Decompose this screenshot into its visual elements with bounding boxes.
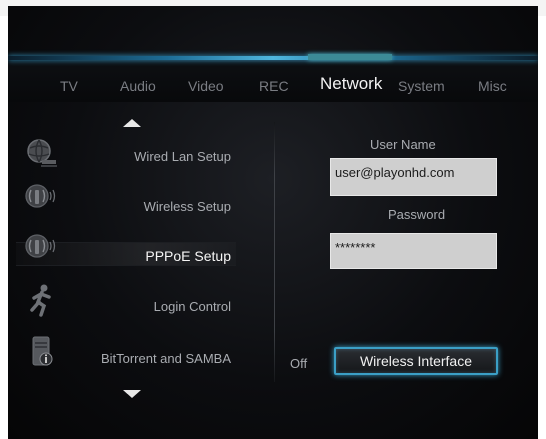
wireless-signal-icon bbox=[25, 234, 56, 258]
active-tab-highlight bbox=[308, 54, 392, 60]
panel-divider bbox=[274, 122, 275, 382]
tab-network[interactable]: Network bbox=[320, 74, 382, 94]
tab-system[interactable]: System bbox=[398, 78, 445, 94]
user-name-input[interactable]: user@playonhd.com bbox=[330, 158, 497, 196]
password-input[interactable]: ******** bbox=[330, 233, 497, 269]
scroll-up-arrow-icon[interactable] bbox=[123, 119, 141, 127]
tab-video[interactable]: Video bbox=[188, 78, 224, 94]
wireless-interface-button[interactable]: Wireless Interface bbox=[334, 347, 498, 375]
wireless-status-text: Off bbox=[290, 356, 308, 371]
password-label: Password bbox=[388, 207, 446, 222]
menu-item-bittorrent-and-samba[interactable]: BitTorrent and SAMBA bbox=[101, 351, 231, 366]
running-person-icon bbox=[30, 284, 51, 317]
globe-network-icon bbox=[27, 139, 57, 167]
menu-item-pppoe-setup[interactable]: PPPoE Setup bbox=[145, 248, 231, 264]
scroll-down-arrow-icon[interactable] bbox=[123, 390, 141, 398]
user-name-label: User Name bbox=[370, 137, 436, 152]
wireless-signal-icon bbox=[25, 184, 56, 208]
menu-item-wireless-setup[interactable]: Wireless Setup bbox=[144, 199, 231, 214]
screen: TV Audio Video REC Network System Misc W… bbox=[0, 0, 546, 439]
tab-tv[interactable]: TV bbox=[60, 78, 78, 94]
server-info-icon bbox=[32, 336, 53, 366]
settings-panel: TV Audio Video REC Network System Misc W… bbox=[8, 6, 538, 439]
tab-audio[interactable]: Audio bbox=[120, 78, 156, 94]
menu-item-login-control[interactable]: Login Control bbox=[154, 299, 231, 314]
top-glow-line bbox=[8, 56, 538, 60]
tab-misc[interactable]: Misc bbox=[478, 78, 507, 94]
tab-rec[interactable]: REC bbox=[259, 78, 289, 94]
menu-item-wired-lan-setup[interactable]: Wired Lan Setup bbox=[134, 149, 231, 164]
